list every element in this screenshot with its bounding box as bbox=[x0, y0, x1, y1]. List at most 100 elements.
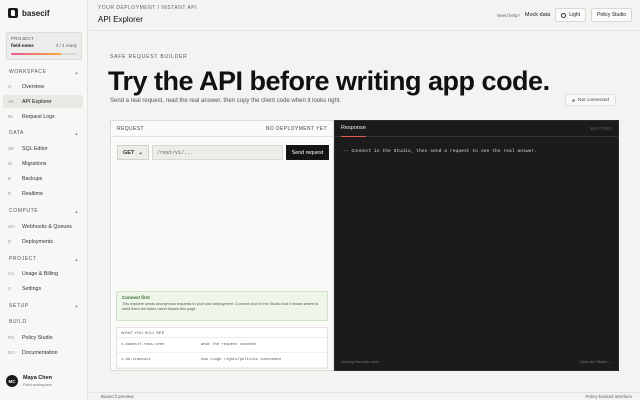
table-cell: x-basecif-rows-seen bbox=[121, 343, 165, 347]
sidebar-item-api-explorer[interactable]: AE API Explorer bbox=[3, 95, 83, 108]
chevron-up-icon: ▲ bbox=[74, 69, 79, 75]
help-link[interactable]: Need help? bbox=[497, 13, 520, 18]
hero-title: Try the API before writing app code. bbox=[108, 66, 550, 96]
nav-abbr: PS bbox=[8, 335, 15, 340]
sidebar-item-label: Documentation bbox=[22, 349, 58, 356]
sidebar-item-label: Realtime bbox=[22, 190, 43, 197]
sidebar-item-label: SQL Editor bbox=[22, 145, 48, 152]
nav-abbr: SE bbox=[8, 146, 15, 151]
nav-section-project[interactable]: PROJECT ▲ bbox=[0, 253, 88, 265]
sidebar-item-label: Settings bbox=[22, 285, 42, 292]
nav-section-setup[interactable]: SETUP ▼ bbox=[0, 300, 88, 312]
request-panel: REQUEST NO DEPLOYMENT YET GET⌄ Send requ… bbox=[110, 120, 334, 371]
nav-section-label: COMPUTE bbox=[9, 208, 39, 214]
sidebar-item-label: Policy Studio bbox=[22, 334, 53, 341]
chevron-down-icon: ⌄ bbox=[138, 149, 143, 156]
mock-data-toggle[interactable]: Mock data bbox=[525, 12, 550, 18]
chevron-up-icon: ▲ bbox=[74, 130, 79, 136]
nav-abbr: DO bbox=[8, 350, 15, 355]
callout-title: Connect first bbox=[122, 295, 150, 300]
user-name: Maya Chen bbox=[23, 375, 53, 381]
nav-abbr: WA bbox=[8, 224, 16, 229]
theme-label: Light bbox=[569, 12, 581, 18]
sidebar-item-request-logs[interactable]: RL Request Logs bbox=[3, 110, 83, 123]
nav-abbr: D bbox=[8, 239, 12, 244]
chevron-up-icon: ▲ bbox=[74, 208, 79, 214]
sidebar-item-documentation[interactable]: DO Documentation bbox=[3, 346, 83, 359]
sidebar-item-backups[interactable]: B Backups bbox=[3, 172, 83, 185]
nav-abbr: O bbox=[8, 84, 12, 89]
theme-toggle-button[interactable]: Light bbox=[555, 8, 587, 22]
nav-abbr: B bbox=[8, 176, 12, 181]
sidebar-item-sql-editor[interactable]: SE SQL Editor bbox=[3, 142, 83, 155]
table-cell: what the request scanned bbox=[201, 343, 256, 347]
sidebar-item-label: Request Logs bbox=[22, 113, 55, 120]
response-footer-status: Nothing has been sent bbox=[341, 360, 379, 364]
section-kicker: SAFE REQUEST BUILDER bbox=[110, 54, 188, 60]
connection-status-badge: Not connected bbox=[565, 94, 616, 106]
sidebar-item-label: Migrations bbox=[22, 160, 47, 167]
send-request-button[interactable]: Send request bbox=[286, 145, 329, 160]
policy-studio-label: Policy Studio bbox=[597, 12, 626, 18]
nav-section-label: WORKSPACE bbox=[9, 69, 47, 75]
nav-section-label: SETUP bbox=[9, 303, 29, 309]
nav-abbr: S bbox=[8, 286, 12, 291]
table-row: x-basecif-rows-seen what the request scan… bbox=[117, 338, 327, 353]
nav-section-label: BUILD bbox=[9, 319, 27, 325]
chevron-down-icon: ▼ bbox=[74, 303, 79, 309]
project-progress-bar bbox=[11, 53, 77, 55]
sidebar-item-realtime[interactable]: R Realtime bbox=[3, 187, 83, 200]
sidebar-item-migrations[interactable]: M Migrations bbox=[3, 157, 83, 170]
breadcrumb: YOUR DEPLOYMENT / INSTANT API bbox=[98, 5, 197, 11]
nav-section-label: PROJECT bbox=[9, 256, 37, 262]
response-panel: Response WAITING -- Connect in the Studi… bbox=[334, 120, 619, 371]
nav-abbr: UA bbox=[8, 271, 15, 276]
hero-subtitle: Send a real request, read the real answe… bbox=[110, 98, 342, 104]
nav-abbr: RL bbox=[8, 114, 14, 119]
user-role: Field workspace bbox=[23, 382, 52, 387]
footer: BaseCif preview Policy-backed interface bbox=[89, 392, 640, 400]
sidebar-item-label: Overview bbox=[22, 83, 45, 90]
sidebar-item-label: API Explorer bbox=[22, 98, 52, 105]
nav-section-build[interactable]: BUILD bbox=[0, 316, 88, 328]
user-profile[interactable]: MC Maya Chen Field workspace bbox=[6, 372, 82, 390]
response-body: -- Connect in the Studio, then send a re… bbox=[343, 149, 538, 154]
sidebar-item-overview[interactable]: O Overview bbox=[3, 80, 83, 93]
policy-studio-button[interactable]: Policy Studio bbox=[591, 8, 632, 22]
path-input[interactable] bbox=[152, 145, 283, 160]
tab-response[interactable]: Response bbox=[341, 121, 366, 137]
sidebar-item-label: Webhooks & Queues bbox=[22, 223, 72, 230]
table-row: x-db-timeouts how rough rights/policies s… bbox=[117, 353, 327, 368]
sidebar-item-webhooks-queues[interactable]: WA Webhooks & Queues bbox=[3, 220, 83, 233]
sidebar-item-policy-studio[interactable]: PS Policy Studio bbox=[3, 331, 83, 344]
brand-name: basecif bbox=[22, 8, 50, 18]
nav-section-data[interactable]: DATA ▲ bbox=[0, 127, 88, 139]
footer-left-text: BaseCif preview bbox=[101, 394, 134, 399]
sidebar: basecif PROJECT field-notes 3 / 4 ready … bbox=[0, 0, 88, 400]
connect-first-callout: Connect first This explorer sends anonym… bbox=[116, 291, 328, 321]
method-select[interactable]: GET ⌄ bbox=[117, 145, 149, 160]
response-headers-table: WHAT YOU WILL SEE x-basecif-rows-seen wha… bbox=[116, 327, 328, 369]
project-ready-count: 3 / 4 ready bbox=[55, 43, 77, 48]
project-name: field-notes bbox=[11, 43, 34, 48]
brand[interactable]: basecif bbox=[8, 7, 50, 19]
sidebar-item-label: Usage & Billing bbox=[22, 270, 58, 277]
sidebar-item-settings[interactable]: S Settings bbox=[3, 282, 83, 295]
logo-icon bbox=[8, 8, 18, 18]
project-card[interactable]: PROJECT field-notes 3 / 4 ready bbox=[6, 32, 82, 60]
nav-section-label: DATA bbox=[9, 130, 24, 136]
sidebar-item-label: Deployments bbox=[22, 238, 53, 245]
status-dot-icon bbox=[572, 98, 575, 102]
project-kicker: PROJECT bbox=[11, 36, 35, 41]
sidebar-item-label: Backups bbox=[22, 175, 43, 182]
table-cell: x-db-timeouts bbox=[121, 358, 151, 362]
sidebar-item-usage-billing[interactable]: UA Usage & Billing bbox=[3, 267, 83, 280]
nav-section-workspace[interactable]: WORKSPACE ▲ bbox=[0, 66, 88, 78]
open-studio-link[interactable]: Open the Studio → bbox=[580, 360, 612, 364]
status-label: Not connected bbox=[578, 97, 609, 103]
avatar: MC bbox=[6, 375, 18, 387]
nav-section-compute[interactable]: COMPUTE ▲ bbox=[0, 205, 88, 217]
sidebar-item-deployments[interactable]: D Deployments bbox=[3, 235, 83, 248]
callout-body: This explorer sends anonymous requests t… bbox=[122, 302, 319, 312]
topbar: YOUR DEPLOYMENT / INSTANT API API Explor… bbox=[89, 0, 640, 31]
